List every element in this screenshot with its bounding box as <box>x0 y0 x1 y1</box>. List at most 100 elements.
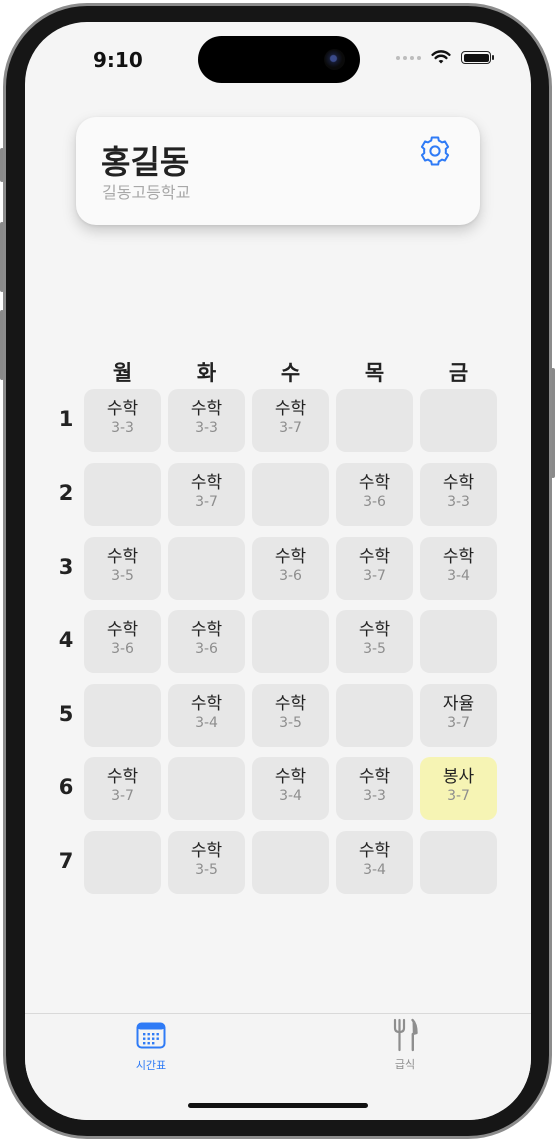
timetable-cell[interactable]: 수학 3-7 <box>252 389 329 452</box>
school-name: 길동고등학교 <box>102 183 191 202</box>
timetable-cell[interactable]: 수학 3-3 <box>84 389 161 452</box>
class-label: 3-5 <box>279 715 302 731</box>
timetable-cell-empty[interactable] <box>252 463 329 526</box>
tab-meals[interactable]: 급식 <box>375 1018 435 1072</box>
class-label: 3-4 <box>363 862 386 878</box>
fork-knife-icon <box>393 1018 418 1052</box>
timetable-cell[interactable]: 봉사 3-7 <box>420 757 497 820</box>
timetable-cell[interactable]: 수학 3-7 <box>336 537 413 600</box>
subject-label: 수학 <box>274 547 307 567</box>
class-label: 3-5 <box>111 568 134 584</box>
subject-label: 수학 <box>274 399 307 419</box>
subject-label: 자율 <box>442 694 475 714</box>
tab-timetable[interactable]: 시간표 <box>121 1022 181 1073</box>
subject-label: 봉사 <box>442 767 475 787</box>
class-label: 3-7 <box>363 568 386 584</box>
cellular-signal-icon <box>396 55 421 60</box>
class-label: 3-7 <box>195 494 218 510</box>
period-number: 5 <box>58 702 74 726</box>
subject-label: 수학 <box>190 841 223 861</box>
class-label: 3-6 <box>195 641 218 657</box>
class-label: 3-5 <box>363 641 386 657</box>
timetable-cell[interactable]: 수학 3-3 <box>336 757 413 820</box>
timetable-cell[interactable]: 수학 3-4 <box>252 757 329 820</box>
timetable-cell-empty[interactable] <box>84 831 161 894</box>
timetable-cell-empty[interactable] <box>420 389 497 452</box>
subject-label: 수학 <box>442 547 475 567</box>
class-label: 3-6 <box>111 641 134 657</box>
period-number: 7 <box>58 849 74 873</box>
status-indicators <box>396 50 494 65</box>
subject-label: 수학 <box>358 547 391 567</box>
subject-label: 수학 <box>274 694 307 714</box>
subject-label: 수학 <box>106 399 139 419</box>
subject-label: 수학 <box>190 694 223 714</box>
wifi-icon <box>431 50 451 64</box>
class-label: 3-5 <box>195 862 218 878</box>
gear-icon[interactable] <box>418 134 452 168</box>
battery-icon <box>461 51 494 64</box>
subject-label: 수학 <box>190 399 223 419</box>
profile-card: 홍길동 길동고등학교 <box>76 117 480 225</box>
timetable-cell[interactable]: 수학 3-3 <box>168 389 245 452</box>
class-label: 3-4 <box>195 715 218 731</box>
subject-label: 수학 <box>190 473 223 493</box>
timetable-cell[interactable]: 수학 3-4 <box>168 684 245 747</box>
phone-screen: 9:10 홍길동 길동고등학교 월 화 수 목 금 1 수학 3-3 수학 3-3 수학 3-7 2 수학… <box>25 22 531 1120</box>
timetable-cell[interactable]: 수학 3-5 <box>336 610 413 673</box>
class-label: 3-3 <box>111 420 134 436</box>
timetable-cell[interactable]: 수학 3-3 <box>420 463 497 526</box>
subject-label: 수학 <box>358 767 391 787</box>
timetable-cell[interactable]: 수학 3-6 <box>336 463 413 526</box>
camera-icon <box>324 49 345 70</box>
timetable-cell[interactable]: 수학 3-6 <box>84 610 161 673</box>
timetable-cell-empty[interactable] <box>252 610 329 673</box>
timetable-cell-empty[interactable] <box>252 831 329 894</box>
home-indicator <box>188 1103 368 1108</box>
timetable-cell[interactable]: 수학 3-5 <box>252 684 329 747</box>
class-label: 3-6 <box>363 494 386 510</box>
day-header: 목 <box>364 361 385 385</box>
subject-label: 수학 <box>358 473 391 493</box>
timetable-cell[interactable]: 자율 3-7 <box>420 684 497 747</box>
class-label: 3-4 <box>279 788 302 804</box>
timetable-cell[interactable]: 수학 3-4 <box>336 831 413 894</box>
timetable-cell[interactable]: 수학 3-6 <box>252 537 329 600</box>
subject-label: 수학 <box>106 620 139 640</box>
timetable-cell[interactable]: 수학 3-5 <box>168 831 245 894</box>
period-number: 1 <box>58 407 74 431</box>
subject-label: 수학 <box>106 767 139 787</box>
timetable-cell-empty[interactable] <box>84 684 161 747</box>
timetable-cell[interactable]: 수학 3-6 <box>168 610 245 673</box>
calendar-icon <box>136 1022 166 1049</box>
tab-timetable-label: 시간표 <box>135 1059 167 1072</box>
class-label: 3-3 <box>363 788 386 804</box>
subject-label: 수학 <box>358 841 391 861</box>
timetable-cell-empty[interactable] <box>336 684 413 747</box>
class-label: 3-4 <box>447 568 470 584</box>
class-label: 3-7 <box>447 715 470 731</box>
timetable-cell-empty[interactable] <box>420 831 497 894</box>
timetable-cell[interactable]: 수학 3-7 <box>168 463 245 526</box>
period-number: 4 <box>58 628 74 652</box>
timetable-cell[interactable]: 수학 3-4 <box>420 537 497 600</box>
day-header: 수 <box>280 361 301 385</box>
class-label: 3-3 <box>447 494 470 510</box>
timetable-cell[interactable]: 수학 3-7 <box>84 757 161 820</box>
timetable-cell[interactable]: 수학 3-5 <box>84 537 161 600</box>
timetable-cell-empty[interactable] <box>84 463 161 526</box>
class-label: 3-6 <box>279 568 302 584</box>
timetable-cell-empty[interactable] <box>168 757 245 820</box>
class-label: 3-3 <box>195 420 218 436</box>
day-header: 화 <box>196 361 217 385</box>
dynamic-island <box>198 36 360 83</box>
student-name: 홍길동 <box>101 143 190 181</box>
class-label: 3-7 <box>447 788 470 804</box>
timetable-cell-empty[interactable] <box>168 537 245 600</box>
class-label: 3-7 <box>279 420 302 436</box>
timetable-cell-empty[interactable] <box>420 610 497 673</box>
period-number: 6 <box>58 775 74 799</box>
period-number: 2 <box>58 481 74 505</box>
timetable-cell-empty[interactable] <box>336 389 413 452</box>
day-header: 월 <box>112 361 133 385</box>
